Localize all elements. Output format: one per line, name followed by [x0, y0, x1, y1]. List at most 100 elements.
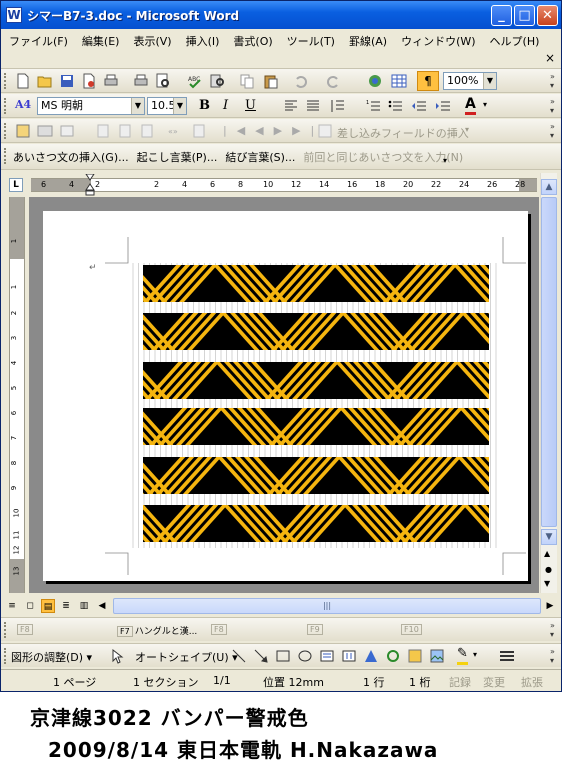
- clip-art-icon[interactable]: [407, 648, 423, 664]
- greeting-line-icon[interactable]: [117, 123, 133, 139]
- view-merged-data-icon[interactable]: «»: [167, 123, 183, 139]
- normal-view-button[interactable]: ≡: [5, 599, 19, 613]
- menu-tools[interactable]: ツール(T): [287, 33, 335, 49]
- show-hide-marks-button[interactable]: ¶: [417, 71, 439, 91]
- record-navigation-icon[interactable]: |◀◀▶▶|: [223, 124, 324, 137]
- justify-icon[interactable]: [305, 98, 321, 114]
- warning-stripe-drawing[interactable]: [43, 211, 528, 581]
- menu-view[interactable]: 表示(V): [133, 33, 171, 49]
- toolbar-grip[interactable]: [4, 73, 7, 89]
- chevron-down-icon[interactable]: ▾: [465, 125, 469, 134]
- vertical-text-box-icon[interactable]: [341, 648, 357, 664]
- document-area[interactable]: ↵: [29, 197, 539, 593]
- menu-help[interactable]: ヘルプ(H): [490, 33, 540, 49]
- hyperlink-icon[interactable]: [367, 73, 383, 89]
- repeat-greeting-button[interactable]: 前回と同じあいさつ文を入力(N): [303, 149, 463, 165]
- web-view-button[interactable]: ◻: [23, 599, 37, 613]
- toolbar-grip[interactable]: [4, 123, 7, 139]
- reading-layout-button[interactable]: ▥: [77, 599, 91, 613]
- title-bar[interactable]: W シマーB7-3.doc - Microsoft Word _ □ ✕: [1, 1, 561, 29]
- next-page-button[interactable]: ▼: [544, 579, 550, 588]
- toolbar-grip[interactable]: [4, 98, 7, 114]
- styles-formatting-icon[interactable]: A4: [15, 98, 31, 111]
- minimize-button[interactable]: _: [491, 5, 512, 26]
- status-record-macro[interactable]: 記録: [449, 674, 471, 690]
- horizontal-scroll-thumb[interactable]: |||: [113, 598, 541, 614]
- wordart-icon[interactable]: [363, 648, 379, 664]
- chevron-down-icon[interactable]: ▾: [483, 100, 487, 109]
- bold-button[interactable]: B: [199, 98, 210, 113]
- menu-edit[interactable]: 編集(E): [82, 33, 120, 49]
- permission-icon[interactable]: [81, 73, 97, 89]
- font-color-button[interactable]: A: [465, 96, 476, 115]
- print-layout-button[interactable]: ▤: [41, 599, 55, 613]
- word-app-icon[interactable]: W: [6, 7, 22, 23]
- scroll-down-button[interactable]: ▼: [541, 529, 557, 545]
- text-box-icon[interactable]: [319, 648, 335, 664]
- select-browse-object-button[interactable]: ●: [545, 565, 552, 574]
- status-extend[interactable]: 拡張: [521, 674, 543, 690]
- menu-table[interactable]: 罫線(A): [349, 33, 387, 49]
- insert-merge-field-button[interactable]: 差し込みフィールドの挿入: [337, 125, 469, 141]
- scroll-right-button[interactable]: ▶: [543, 599, 557, 613]
- open-folder-icon[interactable]: [37, 73, 53, 89]
- outline-view-button[interactable]: ≣: [59, 599, 73, 613]
- save-icon[interactable]: [59, 73, 75, 89]
- toolbar-options-icon[interactable]: » ▾: [550, 621, 559, 639]
- autoshapes-menu-button[interactable]: オートシェイプ(U) ▾: [135, 649, 238, 665]
- chevron-down-icon[interactable]: ▾: [473, 650, 477, 659]
- open-data-source-icon[interactable]: [37, 123, 53, 139]
- fkey-f9[interactable]: F9: [307, 624, 325, 635]
- arrow-tool-icon[interactable]: [253, 648, 269, 664]
- oval-tool-icon[interactable]: [297, 648, 313, 664]
- vertical-scrollbar[interactable]: ▲ ▼ ▲ ● ▼: [540, 173, 557, 593]
- chevron-down-icon[interactable]: ▼: [483, 73, 496, 89]
- line-style-icon[interactable]: [499, 648, 515, 664]
- menu-file[interactable]: ファイル(F): [9, 33, 68, 49]
- insert-merge-field-icon[interactable]: [317, 123, 333, 139]
- recipients-icon[interactable]: [59, 123, 75, 139]
- horizontal-ruler[interactable]: L 6 4 2 2 4 6 8 10 12 14 16 18 20 22 24 …: [1, 172, 561, 196]
- insert-picture-icon[interactable]: [429, 648, 445, 664]
- ruler-strip[interactable]: 6 4 2 2 4 6 8 10 12 14 16 18 20 22 24 26…: [31, 174, 537, 196]
- fkey-f8[interactable]: F8: [17, 624, 35, 635]
- align-left-icon[interactable]: [283, 98, 299, 114]
- indent-marker-icon[interactable]: [85, 174, 95, 196]
- toolbar-options-icon[interactable]: » ▾: [550, 72, 559, 90]
- chevron-down-icon[interactable]: ▼: [131, 98, 144, 114]
- closing-phrase-button[interactable]: 結び言葉(S)...: [225, 149, 295, 165]
- copy-icon[interactable]: [239, 73, 255, 89]
- research-icon[interactable]: [209, 73, 225, 89]
- menu-format[interactable]: 書式(O): [233, 33, 272, 49]
- toolbar-grip[interactable]: [4, 148, 7, 164]
- close-document-button[interactable]: ×: [545, 51, 555, 65]
- italic-button[interactable]: I: [223, 98, 228, 113]
- print-icon[interactable]: [103, 73, 119, 89]
- font-name-combo[interactable]: MS 明朝 ▼: [37, 97, 145, 115]
- vertical-ruler[interactable]: 1 1 2 3 4 5 6 7 8 9 10 11 12 13: [9, 197, 25, 593]
- fkey-f10[interactable]: F10: [401, 624, 424, 635]
- toolbar-options-icon[interactable]: » ▾: [550, 97, 559, 115]
- spelling-icon[interactable]: ABC: [187, 73, 203, 89]
- toolbar-grip[interactable]: [4, 622, 7, 638]
- menu-insert[interactable]: 挿入(I): [186, 33, 220, 49]
- merge-fields-icon[interactable]: [139, 123, 155, 139]
- close-button[interactable]: ✕: [537, 5, 558, 26]
- maximize-button[interactable]: □: [514, 5, 535, 26]
- line-tool-icon[interactable]: [231, 648, 247, 664]
- line-spacing-icon[interactable]: [329, 98, 345, 114]
- print-preview-icon[interactable]: [155, 73, 171, 89]
- zoom-combo[interactable]: 100% ▼: [443, 72, 497, 90]
- fill-color-button[interactable]: ✎: [457, 646, 468, 665]
- chevron-down-icon[interactable]: ▼: [173, 98, 186, 114]
- numbering-icon[interactable]: 1: [365, 98, 381, 114]
- draw-menu-button[interactable]: 図形の調整(D) ▾: [11, 649, 92, 665]
- highlight-fields-icon[interactable]: [191, 123, 207, 139]
- new-document-icon[interactable]: [15, 73, 31, 89]
- tables-borders-icon[interactable]: [391, 73, 407, 89]
- main-document-setup-icon[interactable]: [15, 123, 31, 139]
- bullets-icon[interactable]: [387, 98, 403, 114]
- decrease-indent-icon[interactable]: [411, 98, 427, 114]
- insert-greeting-button[interactable]: あいさつ文の挿入(G)...: [13, 149, 129, 165]
- fkey-f8-2[interactable]: F8: [211, 624, 229, 635]
